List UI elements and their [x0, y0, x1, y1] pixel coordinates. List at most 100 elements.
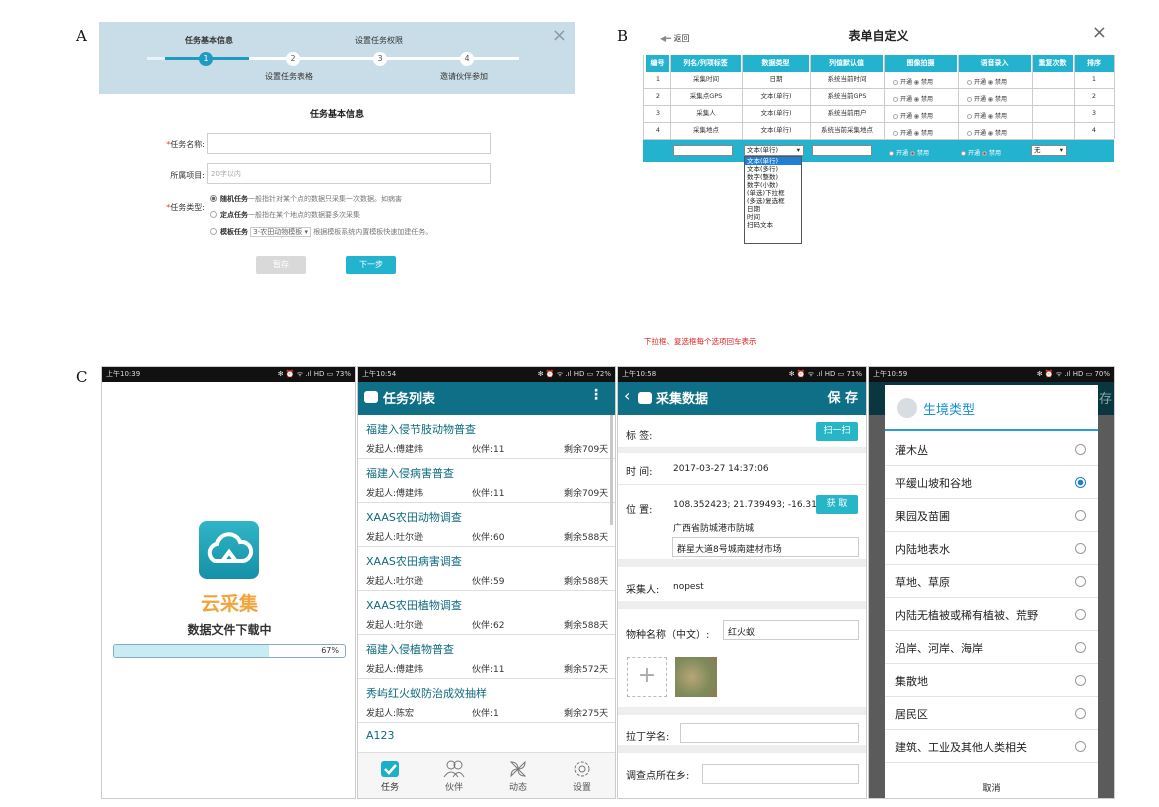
panel-label-c: C — [76, 368, 88, 386]
task-remaining: 剩余709天 — [564, 445, 609, 455]
task-item[interactable]: 福建入侵节肢动物普查 发起人:傅建炜 伙伴:11 剩余709天 — [358, 415, 615, 459]
habitat-option-label: 居民区 — [895, 708, 928, 721]
add-photo-button[interactable]: + — [627, 657, 667, 697]
step-1-dot[interactable]: 1 — [199, 52, 213, 66]
step-4-dot[interactable]: 4 — [460, 52, 474, 66]
repeat-select[interactable]: 无 ▾ — [1031, 145, 1067, 156]
locate-button[interactable]: 获 取 — [816, 495, 858, 514]
habitat-option[interactable]: 灌木丛 — [885, 433, 1098, 466]
dropdown-option[interactable]: 文本(多行) — [745, 165, 801, 173]
dropdown-option[interactable]: 数字(整数) — [745, 173, 801, 181]
habitat-picker-screen: 上午10:59 ✻ ⏰ ᯤ .ıl HD ▭ 70% 存 生境类型 灌木丛 平缓山坡… — [868, 366, 1115, 799]
radio-icon[interactable] — [1075, 477, 1086, 488]
template-select[interactable]: 3-农田动物模板 ▾ — [250, 227, 311, 237]
task-name-label: 任务名称: — [170, 140, 205, 149]
task-item[interactable]: XAAS农田植物调查 发起人:吐尔逊 伙伴:62 剩余588天 — [358, 591, 615, 635]
habitat-option[interactable]: 居民区 — [885, 697, 1098, 730]
step-3-label: 设置任务权限 — [355, 36, 403, 45]
pinwheel-icon — [509, 760, 527, 778]
task-owner: 发起人:吐尔逊 — [366, 533, 424, 543]
step-3-dot[interactable]: 3 — [373, 52, 387, 66]
save-draft-button[interactable]: 暂存 — [256, 256, 306, 274]
close-icon[interactable]: × — [1092, 22, 1107, 43]
data-type-dropdown[interactable]: 文本(单行) 文本(多行) 数字(整数) 数字(小数) (单选)下拉框 (多选)… — [744, 156, 802, 244]
radio-icon[interactable] — [1075, 708, 1086, 719]
dropdown-option[interactable]: 扫码文本 — [745, 221, 801, 229]
radio-icon[interactable] — [1075, 642, 1086, 653]
form-customize-dialog: ◀━ 返回 表单自定义 × 编号 列名/列项标签 数据类型 列值默认值 图像拍摄… — [640, 21, 1117, 359]
radio-icon[interactable] — [1075, 609, 1086, 620]
task-name-input[interactable] — [207, 133, 491, 154]
habitat-option[interactable]: 内陆无植被或稀有植被、荒野 — [885, 598, 1098, 631]
fixed-task-radio[interactable] — [210, 211, 217, 218]
habitat-dialog: 生境类型 灌木丛 平缓山坡和谷地 果园及苗圃 内陆地表水 草地、草原 内陆无植被或稀有植被… — [885, 385, 1098, 798]
habitat-option[interactable]: 果园及苗圃 — [885, 499, 1098, 532]
nav-settings[interactable]: 设置 — [550, 760, 614, 793]
task-title: XAAS农田植物调查 — [366, 599, 462, 612]
task-owner: 发起人:吐尔逊 — [366, 621, 424, 631]
dropdown-option[interactable]: 文本(单行) — [745, 157, 801, 165]
step-4-label: 邀请伙伴参加 — [440, 72, 488, 81]
habitat-option[interactable]: 建筑、工业及其他人类相关 — [885, 730, 1098, 763]
task-remaining: 剩余588天 — [564, 577, 609, 587]
latin-name-input[interactable] — [680, 723, 859, 743]
col-header-name: 列名/列项标签 — [670, 55, 742, 72]
radio-icon[interactable] — [1075, 741, 1086, 752]
col-header-number: 编号 — [646, 55, 670, 72]
habitat-option[interactable]: 平缓山坡和谷地 — [885, 466, 1098, 499]
page-title: 采集数据 — [656, 392, 709, 407]
task-item[interactable]: XAAS农田动物调查 发起人:吐尔逊 伙伴:60 剩余588天 — [358, 503, 615, 547]
col-header-repeat: 重复次数 — [1032, 55, 1074, 72]
task-partners: 伙伴:1 — [472, 709, 499, 719]
more-menu-icon[interactable]: ⋮ — [589, 387, 603, 403]
dropdown-option[interactable]: 数字(小数) — [745, 181, 801, 189]
scrollbar[interactable] — [610, 415, 613, 525]
task-item[interactable]: 秀屿红火蚁防治成效抽样 发起人:陈宏 伙伴:1 剩余275天 — [358, 679, 615, 723]
task-item[interactable]: 福建入侵植物普查 发起人:傅建炜 伙伴:11 剩余572天 — [358, 635, 615, 679]
habitat-option-label: 果园及苗圃 — [895, 510, 950, 523]
habitat-option[interactable]: 草地、草原 — [885, 565, 1098, 598]
nav-tasks[interactable]: 任务 — [358, 760, 422, 793]
habitat-option[interactable]: 集散地 — [885, 664, 1098, 697]
dropdown-option[interactable]: (多选)复选框 — [745, 197, 801, 205]
default-value-input[interactable] — [812, 145, 872, 156]
project-input[interactable]: 20字以内 — [207, 163, 491, 184]
habitat-option-label: 沿岸、河岸、海岸 — [895, 642, 983, 655]
habitat-option[interactable]: 内陆地表水 — [885, 532, 1098, 565]
radio-icon[interactable] — [1075, 510, 1086, 521]
step-2-dot[interactable]: 2 — [286, 52, 300, 66]
progress-fill — [114, 645, 269, 657]
radio-icon[interactable] — [1075, 543, 1086, 554]
project-label: 所属项目: — [170, 171, 205, 180]
progress-label: 67% — [321, 646, 339, 655]
random-task-radio[interactable] — [210, 195, 217, 202]
species-input[interactable]: 红火蚁 — [723, 620, 859, 640]
dropdown-option[interactable]: 时间 — [745, 213, 801, 221]
town-input[interactable] — [702, 764, 859, 784]
cancel-button[interactable]: 取消 — [885, 781, 1098, 794]
habitat-option[interactable]: 沿岸、河岸、海岸 — [885, 631, 1098, 664]
back-icon[interactable]: ‹ — [624, 386, 630, 405]
nav-activity[interactable]: 动态 — [486, 760, 550, 793]
dropdown-option[interactable]: (单选)下拉框 — [745, 189, 801, 197]
data-type-select[interactable]: 文本(单行) ▾ — [744, 145, 804, 156]
template-task-radio[interactable] — [210, 228, 217, 235]
radio-icon[interactable] — [1075, 576, 1086, 587]
scan-button[interactable]: 扫一扫 — [816, 422, 858, 441]
radio-icon[interactable] — [1075, 675, 1086, 686]
loading-text: 数据文件下载中 — [187, 623, 272, 637]
time-label: 时 间: — [626, 467, 653, 478]
nav-partners[interactable]: 伙伴 — [422, 760, 486, 793]
dropdown-option[interactable]: 日期 — [745, 205, 801, 213]
new-column-name-input[interactable] — [673, 145, 733, 156]
next-step-button[interactable]: 下一步 — [346, 256, 396, 274]
cloud-icon — [207, 532, 254, 563]
task-item[interactable]: 福建入侵病害普查 发起人:傅建炜 伙伴:11 剩余709天 — [358, 459, 615, 503]
task-item[interactable]: XAAS农田病害调查 发起人:吐尔逊 伙伴:59 剩余588天 — [358, 547, 615, 591]
address-input[interactable]: 群星大道8号城南建材市场 — [672, 537, 859, 557]
radio-icon[interactable] — [1075, 444, 1086, 455]
hint-note: 下拉框、复选框每个选项回车表示 — [644, 337, 757, 346]
close-icon[interactable]: × — [552, 25, 567, 46]
save-button[interactable]: 保 存 — [827, 387, 858, 406]
photo-thumbnail[interactable] — [675, 657, 717, 697]
